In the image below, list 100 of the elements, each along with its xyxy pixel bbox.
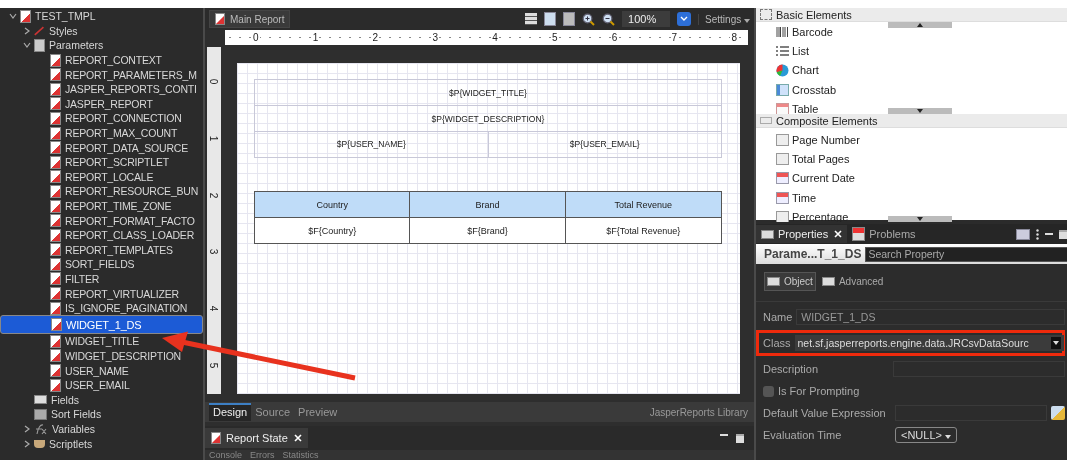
settings-menu[interactable]: Settings — [698, 13, 750, 25]
tree-item[interactable]: WIDGET_1_DS — [0, 315, 203, 335]
tree-item[interactable]: TEST_TMPL — [35, 10, 96, 23]
panel-tab[interactable]: Report State — [205, 428, 308, 448]
panel-tab[interactable]: Properties — [756, 225, 848, 243]
calendar-icon — [776, 191, 789, 204]
scroll-down-button[interactable] — [888, 108, 952, 114]
document-icon[interactable] — [544, 12, 557, 26]
panel-icon — [821, 277, 835, 286]
caret-icon — [945, 435, 952, 439]
tree-item[interactable]: REPORT_TEMPLATES — [0, 242, 203, 258]
tree-item[interactable]: IS_IGNORE_PAGINATION — [0, 300, 203, 316]
tree-item[interactable]: REPORT_PARAMETERS_M — [0, 67, 203, 82]
tree-item[interactable]: FILTER — [0, 271, 203, 287]
new-window-icon[interactable] — [1016, 228, 1030, 240]
ruler-number: 1 — [311, 32, 320, 43]
ruler-number: 4 — [491, 32, 499, 43]
class-dropdown[interactable]: net.sf.jasperreports.engine.data.JRCsvDataSourc — [794, 335, 1064, 351]
console-tab[interactable]: Errors — [250, 450, 275, 460]
zoom-field[interactable]: 100% — [622, 11, 671, 27]
calendar-icon — [776, 172, 789, 185]
tree-item[interactable]: WIDGET_DESCRIPTION — [0, 348, 203, 364]
tree-item[interactable]: REPORT_DATA_SOURCE — [0, 140, 203, 155]
mode-tab[interactable]: Design — [209, 403, 252, 421]
view-tab[interactable]: Advanced — [819, 273, 886, 290]
zoom-out-icon[interactable] — [602, 12, 616, 26]
ruler-number: 4 — [208, 305, 220, 312]
minimize-icon[interactable] — [720, 433, 728, 436]
tree-item[interactable]: USER_EMAIL — [0, 377, 203, 393]
zoom-in-icon[interactable] — [582, 12, 596, 26]
tree-item[interactable]: REPORT_TIME_ZONE — [0, 198, 203, 214]
report-icon — [20, 9, 31, 23]
tree-item[interactable]: Styles — [49, 24, 78, 37]
ruler-number: 2 — [208, 192, 220, 198]
tree-item[interactable]: Sort Fields — [51, 408, 102, 421]
table-cell: $F{Brand} — [410, 218, 566, 243]
tree-item[interactable]: WIDGET_TITLE — [0, 334, 203, 349]
tree-item[interactable]: REPORT_FORMAT_FACTO — [0, 213, 203, 228]
tree-item[interactable]: REPORT_LOCALE — [0, 169, 203, 185]
function-icon — [34, 422, 48, 435]
tree-item[interactable]: JASPER_REPORTS_CONTI — [0, 81, 203, 97]
tree-item[interactable]: SORT_FIELDS — [0, 257, 203, 272]
palette-item[interactable]: Chart — [792, 64, 819, 77]
section-header[interactable]: Composite Elements — [756, 114, 1067, 128]
palette-item[interactable]: Table — [792, 102, 819, 114]
cup-icon — [34, 439, 45, 448]
scroll-down-button[interactable] — [888, 216, 952, 222]
palette-item[interactable]: Page Number — [792, 133, 860, 146]
tree-item[interactable]: Parameters — [49, 39, 104, 52]
field-label: Default Value Expression — [763, 407, 887, 419]
field-label: Evaluation Time — [763, 429, 843, 441]
view-tab[interactable]: Object — [764, 272, 816, 291]
ruler-number: 2 — [371, 32, 380, 43]
tree-item[interactable]: REPORT_SCRIPTLET — [0, 154, 203, 170]
dropdown-button[interactable] — [677, 12, 692, 26]
tree-item[interactable]: REPORT_CONNECTION — [0, 111, 203, 126]
bands-icon[interactable] — [525, 13, 538, 25]
ruler-number: 5 — [208, 362, 220, 369]
scroll-up-button[interactable] — [888, 22, 952, 28]
palette-item[interactable]: Time — [792, 191, 817, 204]
maximize-icon[interactable] — [736, 433, 744, 443]
name-field[interactable]: WIDGET_1_DS — [796, 309, 1065, 325]
column-header: Country — [255, 192, 411, 218]
palette-item[interactable]: List — [792, 44, 810, 57]
ruler-number: 3 — [431, 32, 439, 43]
palette-item[interactable]: Crosstab — [792, 83, 837, 96]
tree-item[interactable]: JASPER_REPORT — [0, 96, 203, 112]
close-icon[interactable] — [834, 230, 843, 238]
panel-tab[interactable]: Problems — [847, 224, 921, 244]
crosstab-icon — [776, 83, 789, 96]
palette-item[interactable]: Current Date — [792, 172, 855, 185]
more-icon[interactable] — [1036, 228, 1039, 240]
tree-item[interactable]: REPORT_MAX_COUNT — [0, 125, 203, 141]
barcode-icon — [776, 25, 789, 38]
tree-item[interactable]: REPORT_CONTEXT — [0, 52, 203, 68]
mode-tab[interactable]: Preview — [294, 403, 342, 421]
console-tab[interactable]: Console — [209, 450, 243, 460]
tree-item[interactable]: REPORT_CLASS_LOADER — [0, 227, 203, 243]
mode-tab[interactable]: Source — [251, 403, 295, 421]
tree-item[interactable]: Scriptlets — [49, 437, 93, 450]
close-icon[interactable] — [293, 434, 302, 442]
tree-item[interactable]: Variables — [52, 422, 95, 435]
library-label: JasperReports Library — [649, 406, 749, 418]
chart-icon — [776, 64, 789, 77]
evaluation-time-select[interactable]: <NULL> — [895, 427, 958, 443]
palette-item[interactable]: Barcode — [792, 25, 833, 38]
editor-tab[interactable]: Main Report — [209, 10, 291, 28]
tree-item[interactable]: Fields — [51, 393, 79, 406]
palette-item[interactable]: Total Pages — [792, 152, 850, 165]
ruler-number: 8 — [730, 32, 738, 43]
tree-item[interactable]: REPORT_VIRTUALIZER — [0, 286, 203, 301]
tree-item[interactable]: USER_NAME — [0, 363, 203, 378]
caret-icon — [1051, 337, 1061, 349]
tree-item[interactable]: REPORT_RESOURCE_BUN — [0, 184, 203, 199]
checkbox[interactable] — [763, 385, 774, 397]
field-label: Name — [763, 311, 793, 323]
maximize-icon[interactable] — [1059, 229, 1067, 239]
section-header[interactable]: Basic Elements — [756, 8, 1067, 22]
search-field[interactable]: Search Property — [865, 246, 1067, 262]
console-tab[interactable]: Statistics — [282, 450, 319, 460]
